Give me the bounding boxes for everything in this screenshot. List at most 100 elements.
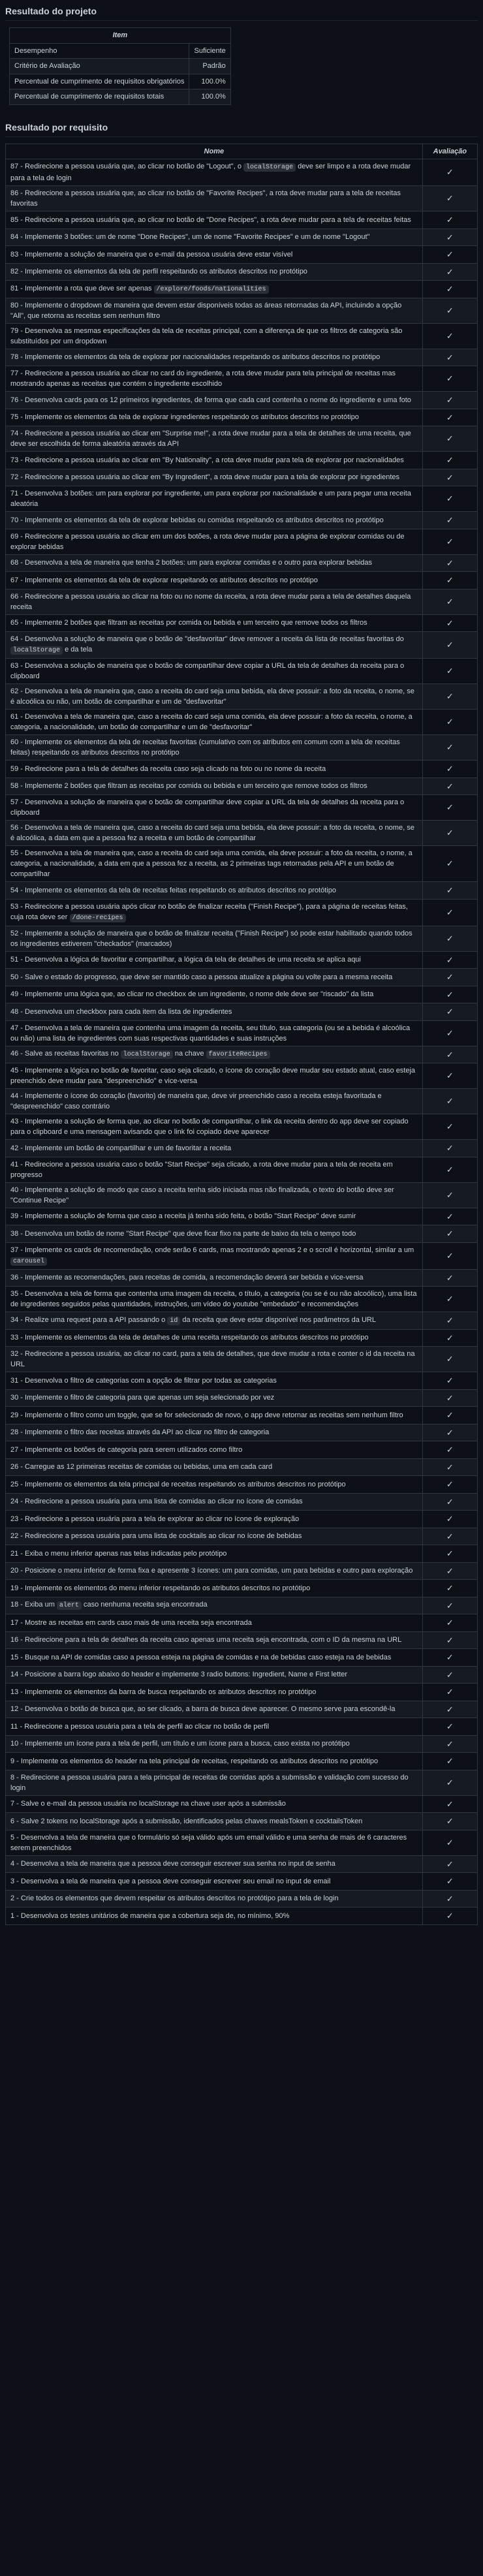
requirement-row: 64 - Desenvolva a solução de maneira que… bbox=[5, 631, 478, 659]
requirement-row: 67 - Implemente os elementos da tela de … bbox=[5, 571, 478, 589]
requirement-text: 29 - Implemente o filtro como um toggle,… bbox=[10, 1411, 403, 1419]
summary-row: Percentual de cumprimento de requisitos … bbox=[8, 73, 231, 89]
check-icon: ✓ bbox=[422, 683, 478, 710]
requirement-text: 63 - Desenvolva a solução de maneira que… bbox=[10, 662, 405, 680]
summary-row-value: 100.0% bbox=[189, 89, 231, 105]
requirement-text: 12 - Desenvolva o botão de busca que, ao… bbox=[10, 1705, 396, 1714]
requirement-text: caso nenhuma receita seja encontrada bbox=[81, 1601, 208, 1609]
summary-row-value: Suficiente bbox=[189, 42, 231, 59]
requirement-name: 47 - Desenvolva a tela de maneira que co… bbox=[5, 1020, 423, 1046]
requirement-name: 27 - Implemente os botões de categoria p… bbox=[5, 1441, 423, 1459]
requirement-text: 72 - Redirecione a pessoa usuária ao cli… bbox=[10, 473, 400, 482]
check-icon: ✓ bbox=[422, 1328, 478, 1347]
requirement-row: 47 - Desenvolva a tela de maneira que co… bbox=[5, 1020, 478, 1046]
requirement-text: 7 - Salve o e-mail da pessoa usuária no … bbox=[10, 1800, 286, 1808]
requirement-name: 84 - Implemente 3 botões: um de nome "Do… bbox=[5, 228, 423, 246]
requirement-row: 53 - Redirecione a pessoa usuária após c… bbox=[5, 898, 478, 926]
requirement-name: 55 - Desenvolva a tela de maneira que, c… bbox=[5, 845, 423, 882]
check-icon: ✓ bbox=[422, 554, 478, 572]
check-icon: ✓ bbox=[422, 1718, 478, 1736]
requirement-row: 1 - Desenvolva os testes unitários de ma… bbox=[5, 1907, 478, 1925]
requirement-text: 8 - Redirecione a pessoa usuária para a … bbox=[10, 1773, 409, 1792]
requirement-row: 77 - Redirecione a pessoa usuária ao cli… bbox=[5, 366, 478, 392]
requirement-text: 46 - Salve as receitas favoritas no bbox=[10, 1050, 121, 1058]
requirement-name: 79 - Desenvolva as mesmas especificações… bbox=[5, 322, 423, 349]
summary-table-body: Desempenho Suficiente Critério de Avaliaçã… bbox=[8, 42, 231, 105]
requirement-row: 54 - Implemente os elementos da tela de … bbox=[5, 881, 478, 900]
requirement-row: 30 - Implemente o filtro de categoria pa… bbox=[5, 1389, 478, 1407]
requirement-name: 31 - Desenvolva o filtro de categorias c… bbox=[5, 1372, 423, 1390]
requirement-name: 41 - Redirecione a pessoa usuária caso o… bbox=[5, 1156, 423, 1183]
requirement-name: 20 - Posicione o menu inferior de forma … bbox=[5, 1562, 423, 1580]
check-icon: ✓ bbox=[422, 185, 478, 212]
requirement-row: 69 - Redirecione a pessoa usuária ao cli… bbox=[5, 528, 478, 555]
summary-row-label: Percentual de cumprimento de requisitos … bbox=[8, 89, 190, 105]
check-icon: ✓ bbox=[422, 1225, 478, 1243]
check-icon: ✓ bbox=[422, 348, 478, 366]
requirement-row: 40 - Implemente a solução de modo que ca… bbox=[5, 1182, 478, 1208]
check-icon: ✓ bbox=[422, 486, 478, 512]
requirement-name: 64 - Desenvolva a solução de maneira que… bbox=[5, 631, 423, 659]
requirement-text: 79 - Desenvolva as mesmas especificações… bbox=[10, 326, 403, 345]
requirement-name: 34 - Realize uma request para a API pass… bbox=[5, 1312, 423, 1330]
check-icon: ✓ bbox=[422, 366, 478, 392]
requirement-name: 18 - Exiba um alert caso nenhuma receita… bbox=[5, 1596, 423, 1614]
requirement-text: 61 - Desenvolva a tela de maneira que, c… bbox=[10, 713, 413, 731]
requirement-text: e da tela bbox=[63, 646, 93, 653]
requirement-text: 68 - Desenvolva a tela de maneira que te… bbox=[10, 559, 373, 567]
requirement-text: 50 - Salve o estado do progresso, que de… bbox=[10, 973, 393, 981]
check-icon: ✓ bbox=[422, 408, 478, 426]
requirement-text: 74 - Redirecione a pessoa usuária ao cli… bbox=[10, 430, 411, 448]
requirement-name: 66 - Redirecione a pessoa usuária ao cli… bbox=[5, 588, 423, 615]
requirement-row: 73 - Redirecione a pessoa usuária ao cli… bbox=[5, 451, 478, 469]
requirement-name: 76 - Desenvolva cards para os 12 primeir… bbox=[5, 391, 423, 409]
requirement-row: 5 - Desenvolva a tela de maneira que o f… bbox=[5, 1829, 478, 1856]
check-icon: ✓ bbox=[422, 1735, 478, 1753]
requirement-text: 11 - Redirecione a pessoa usuária para a… bbox=[10, 1722, 270, 1731]
requirement-row: 87 - Redirecione a pessoa usuária que, a… bbox=[5, 159, 478, 186]
requirement-text: 39 - Implemente a solução de forma que c… bbox=[10, 1212, 356, 1221]
requirement-row: 15 - Busque na API de comidas caso a pes… bbox=[5, 1648, 478, 1667]
check-icon: ✓ bbox=[422, 1475, 478, 1494]
requirement-row: 80 - Implemente o dropdown de maneira qu… bbox=[5, 297, 478, 324]
requirement-row: 24 - Redirecione a pessoa usuária para u… bbox=[5, 1492, 478, 1511]
summary-row: Percentual de cumprimento de requisitos … bbox=[8, 89, 231, 105]
requirement-name: 57 - Desenvolva a solução de maneira que… bbox=[5, 794, 423, 821]
requirement-name: 77 - Redirecione a pessoa usuária ao cli… bbox=[5, 366, 423, 392]
requirement-name: 43 - Implemente a solução de forma que, … bbox=[5, 1114, 423, 1140]
requirement-row: 50 - Salve o estado do progresso, que de… bbox=[5, 968, 478, 986]
requirement-name: 81 - Implemente a rota que deve ser apen… bbox=[5, 280, 423, 298]
requirement-row: 46 - Salve as receitas favoritas no loca… bbox=[5, 1045, 478, 1063]
requirement-text: 13 - Implemente os elementos da barra de… bbox=[10, 1688, 317, 1696]
requirement-row: 12 - Desenvolva o botão de busca que, ao… bbox=[5, 1700, 478, 1718]
requirement-row: 84 - Implemente 3 botões: um de nome "Do… bbox=[5, 228, 478, 246]
requirement-row: 10 - Implemente um ícone para a tela de … bbox=[5, 1735, 478, 1753]
requirement-text: 67 - Implemente os elementos da tela de … bbox=[10, 576, 318, 584]
check-icon: ✓ bbox=[422, 1346, 478, 1372]
requirement-name: 52 - Implemente a solução de maneira que… bbox=[5, 925, 423, 952]
requirement-name: 51 - Desenvolva a lógica de favoritar e … bbox=[5, 950, 423, 969]
requirement-row: 28 - Implemente o filtro das receitas at… bbox=[5, 1423, 478, 1441]
requirement-name: 58 - Implemente 2 botões que filtram as … bbox=[5, 777, 423, 795]
requirement-text: 6 - Salve 2 tokens no localStorage após … bbox=[10, 1817, 363, 1825]
requirement-name: 39 - Implemente a solução de forma que c… bbox=[5, 1207, 423, 1225]
requirement-name: 9 - Implemente os elementos do header na… bbox=[5, 1752, 423, 1770]
page: Resultado do projeto Item Desempenho Sufi… bbox=[0, 0, 483, 1930]
requirement-row: 42 - Implemente um botão de compartilhar… bbox=[5, 1139, 478, 1157]
requirement-text: 76 - Desenvolva cards para os 12 primeir… bbox=[10, 396, 411, 404]
check-icon: ✓ bbox=[422, 211, 478, 229]
check-icon: ✓ bbox=[422, 426, 478, 452]
requirement-row: 8 - Redirecione a pessoa usuária para a … bbox=[5, 1769, 478, 1796]
requirement-name: 87 - Redirecione a pessoa usuária que, a… bbox=[5, 159, 423, 186]
requirement-name: 86 - Redirecione a pessoa usuária que, a… bbox=[5, 185, 423, 212]
check-icon: ✓ bbox=[422, 297, 478, 324]
check-icon: ✓ bbox=[422, 1389, 478, 1407]
requirement-text: 87 - Redirecione a pessoa usuária que, a… bbox=[10, 163, 243, 170]
requirement-text: 5 - Desenvolva a tela de maneira que o f… bbox=[10, 1833, 407, 1852]
check-icon: ✓ bbox=[422, 985, 478, 1003]
check-icon: ✓ bbox=[422, 1182, 478, 1208]
requirement-text: 31 - Desenvolva o filtro de categorias c… bbox=[10, 1376, 277, 1385]
requirement-text: 44 - Implemente o ícone do coração (favo… bbox=[10, 1092, 382, 1110]
requirement-row: 48 - Desenvolva um checkbox para cada it… bbox=[5, 1003, 478, 1021]
requirement-text: 20 - Posicione o menu inferior de forma … bbox=[10, 1567, 413, 1575]
